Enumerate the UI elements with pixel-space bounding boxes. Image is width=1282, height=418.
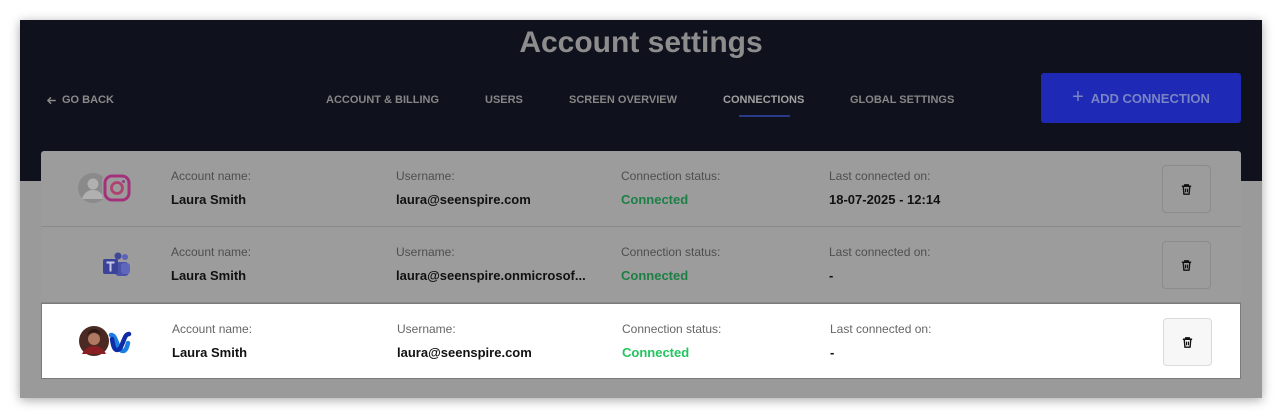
connection-row: Account name: Laura Smith Username: laur…: [41, 151, 1241, 227]
user-photo-avatar-icon: [79, 326, 109, 356]
account-name-label: Account name:: [171, 245, 252, 259]
add-connection-label: ADD CONNECTION: [1090, 90, 1210, 106]
trash-icon: [1181, 259, 1192, 271]
last-connected-label: Last connected on:: [830, 322, 932, 336]
plus-icon: +: [1072, 86, 1084, 108]
username-label: Username:: [397, 322, 456, 336]
settings-window: Account settings GO BACK ACCOUNT & BILLI…: [20, 20, 1262, 398]
username-label: Username:: [396, 245, 455, 259]
connection-logo: [77, 171, 135, 207]
connection-status-label: Connection status:: [622, 322, 722, 336]
username-value: laura@seenspire.com: [397, 345, 532, 360]
tab-account-billing[interactable]: ACCOUNT & BILLING: [326, 94, 439, 106]
account-name-label: Account name:: [171, 169, 252, 183]
connection-logo: [78, 324, 136, 360]
delete-connection-button[interactable]: [1163, 318, 1212, 366]
connection-status-label: Connection status:: [621, 169, 721, 183]
webex-icon: [108, 331, 132, 354]
connection-row: Account name: Laura Smith Username: laur…: [41, 227, 1241, 303]
connections-list: Account name: Laura Smith Username: laur…: [41, 151, 1241, 380]
username-label: Username:: [396, 169, 455, 183]
tab-users[interactable]: USERS: [485, 94, 523, 106]
last-connected-value: -: [830, 345, 835, 360]
connection-logo: [77, 247, 135, 283]
connection-status-label: Connection status:: [621, 245, 721, 259]
page-title: Account settings: [519, 26, 763, 59]
username-value: laura@seenspire.onmicrosof...: [396, 268, 586, 283]
instagram-icon: [102, 173, 132, 203]
tab-connections[interactable]: CONNECTIONS: [723, 94, 804, 106]
active-tab-indicator: [739, 115, 790, 117]
account-name-value: Laura Smith: [172, 345, 248, 360]
delete-connection-button[interactable]: [1162, 241, 1211, 289]
trash-icon: [1182, 336, 1193, 348]
tab-global-settings[interactable]: GLOBAL SETTINGS: [850, 94, 954, 106]
last-connected-label: Last connected on:: [829, 169, 931, 183]
microsoft-teams-icon: [103, 252, 130, 276]
connection-status-value: Connected: [622, 345, 690, 360]
trash-icon: [1181, 183, 1192, 195]
connection-row-selected: Account name: Laura Smith Username: laur…: [41, 303, 1241, 379]
username-value: laura@seenspire.com: [396, 192, 531, 207]
last-connected-label: Last connected on:: [829, 245, 931, 259]
account-name-value: Laura Smith: [171, 192, 247, 207]
connection-status-value: Connected: [621, 268, 689, 283]
connection-status-value: Connected: [621, 192, 689, 207]
last-connected-value: 18-07-2025 - 12:14: [829, 192, 941, 207]
delete-connection-button[interactable]: [1162, 165, 1211, 213]
last-connected-value: -: [829, 268, 834, 283]
account-name-label: Account name:: [172, 322, 253, 336]
add-connection-button[interactable]: + ADD CONNECTION: [1041, 73, 1241, 123]
account-name-value: Laura Smith: [171, 268, 247, 283]
tab-screen-overview[interactable]: SCREEN OVERVIEW: [569, 94, 677, 106]
